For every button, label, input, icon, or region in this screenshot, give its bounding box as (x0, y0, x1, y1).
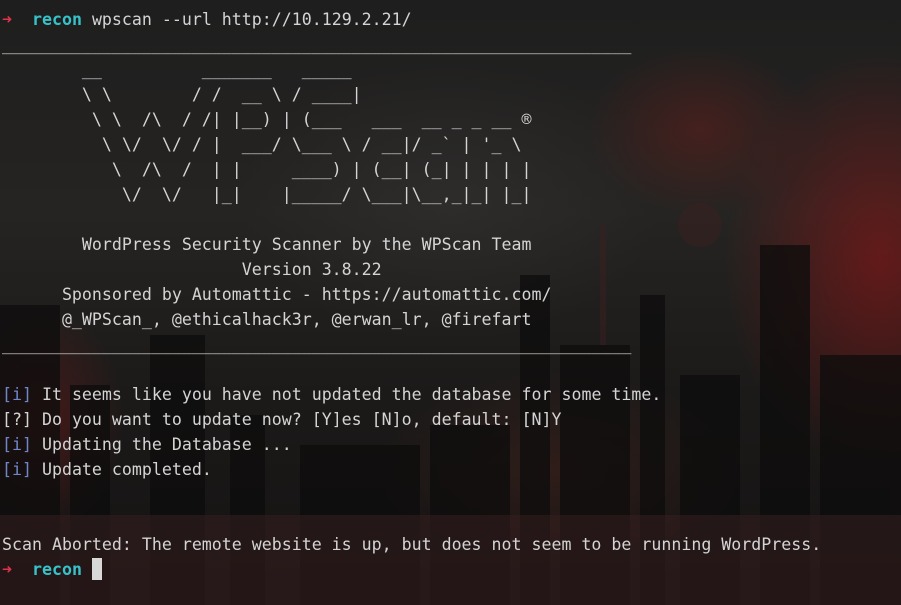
output-text: It seems like you have not updated the d… (31, 385, 662, 404)
prompt-arrow-icon: ➜ (2, 10, 12, 29)
separator-bottom: ________________________________________… (2, 335, 632, 354)
scan-aborted-message: Scan Aborted: The remote website is up, … (2, 535, 822, 554)
ascii-logo-line: __ _______ _____ (2, 60, 352, 79)
banner-sponsor: Sponsored by Automattic - https://automa… (2, 285, 552, 304)
banner-version: Version 3.8.22 (2, 260, 382, 279)
info-tag: [i] (2, 460, 32, 479)
separator-top: ________________________________________… (2, 35, 632, 54)
prompt-directory: recon (31, 10, 82, 29)
info-tag: [i] (2, 385, 32, 404)
ascii-logo-line: \/ \/ |_| |_____/ \___|\__,_|_| |_| (2, 185, 532, 204)
ascii-logo-line: \ \ / / __ \ / ____| (2, 85, 362, 104)
output-text: Updating the Database ... (31, 435, 292, 454)
question-tag: [?] (2, 410, 32, 429)
output-line: [i] Update completed. (2, 457, 212, 482)
ascii-logo-line: \ /\ / | | ____) | (__| (_| | | | | (2, 160, 532, 179)
prompt-arrow-icon: ➜ (2, 560, 12, 579)
output-text: Do you want to update now? [Y]es [N]o, d… (31, 410, 562, 429)
command-line: ➜ recon wpscan --url http://10.129.2.21/ (2, 7, 412, 32)
prompt-directory: recon (31, 560, 82, 579)
prompt-line[interactable]: ➜ recon (2, 557, 102, 582)
terminal-cursor[interactable] (91, 558, 102, 580)
output-line: [?] Do you want to update now? [Y]es [N]… (2, 407, 561, 432)
banner-title: WordPress Security Scanner by the WPScan… (2, 235, 532, 254)
ascii-logo-line: \ \/ \/ / | ___/ \___ \ / __|/ _` | '_ \ (2, 135, 522, 154)
command-text: wpscan --url http://10.129.2.21/ (91, 10, 412, 29)
output-line: [i] It seems like you have not updated t… (2, 382, 661, 407)
output-text: Update completed. (31, 460, 212, 479)
info-tag: [i] (2, 435, 32, 454)
banner-authors: @_WPScan_, @ethicalhack3r, @erwan_lr, @f… (2, 310, 532, 329)
ascii-logo-line: \ \ /\ / /| |__) | (___ ___ __ _ _ __ ® (2, 110, 532, 129)
output-line: [i] Updating the Database ... (2, 432, 292, 457)
